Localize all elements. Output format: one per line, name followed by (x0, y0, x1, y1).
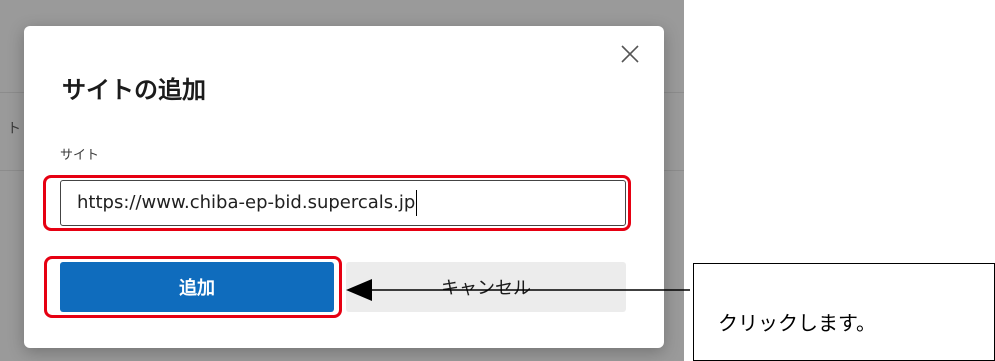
dialog-title: サイトの追加 (62, 76, 206, 104)
site-field-label: サイト (60, 148, 100, 163)
pointer-arrow-icon (346, 279, 690, 301)
add-button-highlight-frame (44, 256, 342, 318)
instruction-callout: クリックします。 (693, 263, 995, 361)
background-text-fragment: ト (7, 121, 21, 137)
input-highlight-frame (43, 175, 631, 231)
close-icon[interactable] (618, 42, 642, 66)
callout-text: クリックします。 (718, 311, 876, 335)
